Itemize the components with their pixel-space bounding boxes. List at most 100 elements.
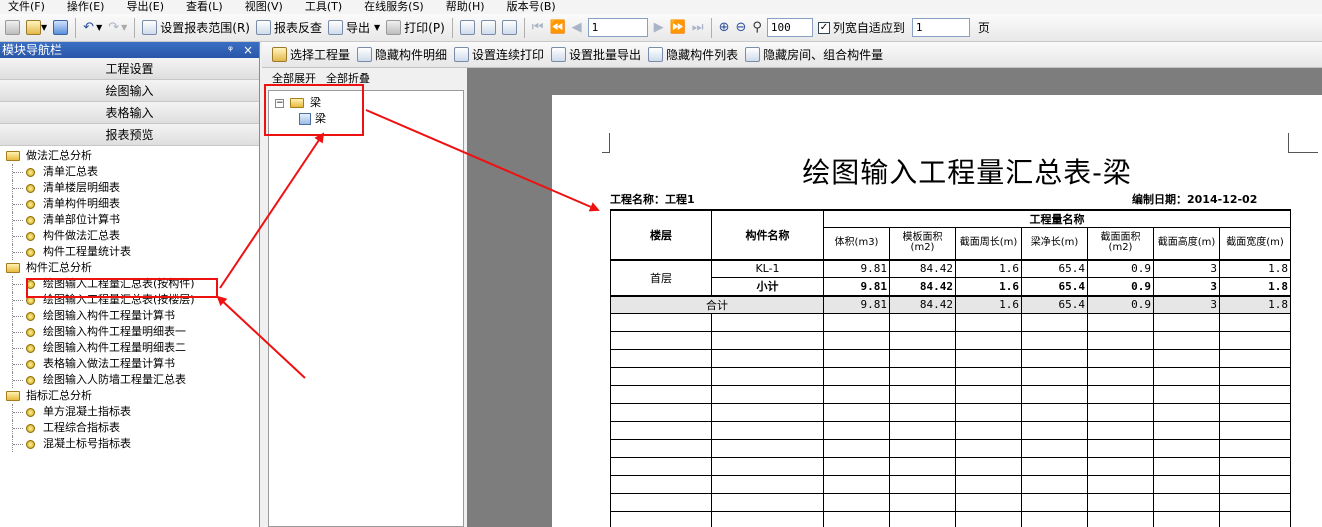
first-page-button[interactable]: ⏮ [529,17,547,39]
folder-icon [6,263,20,273]
continuous-print-button[interactable]: 设置连续打印 [454,46,544,63]
nav-project-settings[interactable]: 工程设置 [0,58,259,80]
tree-item[interactable]: 清单部位计算书 [0,212,259,228]
close-icon[interactable]: × [243,42,253,58]
tree-item[interactable]: 单方混凝土指标表 [0,404,259,420]
magnifier-button[interactable]: ⚲ [749,17,765,39]
next-page-button[interactable]: ▶ [651,17,667,39]
fit-pages-input[interactable] [911,18,970,37]
zoom-out-button[interactable]: ⊖ [732,17,749,39]
menu-view-l[interactable]: 查看(L) [186,0,223,14]
tree-item[interactable]: 清单汇总表 [0,164,259,180]
report-icon [26,311,35,321]
module-nav-header: 模块导航栏 ᵠ × [0,42,259,58]
cell-value: 3 [1153,258,1220,278]
nav-drawing-input[interactable]: 绘图输入 [0,80,259,102]
next-group-button[interactable]: ⏩ [667,17,689,39]
hide-detail-icon [357,47,373,62]
tree-item[interactable]: 工程综合指标表 [0,420,259,436]
empty-row [610,313,1291,332]
tree-item[interactable]: 绘图输入构件工程量明细表二 [0,340,259,356]
menu-operate[interactable]: 操作(E) [67,0,105,14]
page-number-input[interactable] [587,18,648,37]
tree-connector [12,212,26,228]
prev-page-button[interactable]: ◀ [569,17,585,39]
continuous-print-icon [454,47,470,62]
hide-component-detail-button[interactable]: 隐藏构件明细 [357,46,447,63]
undo-button[interactable]: ↶ ▼ [80,17,105,39]
tree-folder-index-summary[interactable]: 指标汇总分析 [0,388,259,404]
multi-page-icon [501,20,517,35]
tree-item[interactable]: 清单楼层明细表 [0,180,259,196]
report-preview-area: 绘图输入工程量汇总表-梁 工程名称：工程1 编制日期：2014-12-02 楼层… [467,68,1322,527]
hide-list-label: 隐藏构件列表 [666,48,739,62]
tree-item[interactable]: 构件做法汇总表 [0,228,259,244]
cell-value: 9.81 [823,294,890,314]
report-toolbar: 选择工程量 隐藏构件明细 设置连续打印 设置批量导出 隐藏构件列表 隐藏房间、组… [262,42,1322,68]
redo-icon: ↷ [108,20,120,35]
tree-folder-method-summary[interactable]: 做法汇总分析 [0,148,259,164]
select-quantity-button[interactable]: 选择工程量 [272,46,350,63]
menu-version[interactable]: 版本号(B) [507,0,556,14]
multi-page-button[interactable] [499,17,520,39]
hide-list-icon [648,47,664,62]
nav-table-input[interactable]: 表格输入 [0,102,259,124]
report-icon [26,167,35,177]
header-col: 模板面积(m2) [889,227,956,260]
tree-item[interactable]: 绘图输入构件工程量明细表一 [0,324,259,340]
report-check-button[interactable]: 报表反查 [253,17,325,39]
tree-item[interactable]: 绘图输入构件工程量计算书 [0,308,259,324]
tree-item[interactable]: 绘图输入人防墙工程量汇总表 [0,372,259,388]
zoom-input[interactable] [766,18,813,37]
batch-export-button[interactable]: 设置批量导出 [551,46,641,63]
single-page-button[interactable] [457,17,478,39]
menu-file[interactable]: 文件(F) [8,0,45,14]
set-report-range-button[interactable]: 设置报表范围(R) [139,17,253,39]
tree-connector [12,244,26,260]
tree-connector [12,436,26,452]
print-button[interactable]: 打印(P) [383,17,448,39]
tree-item[interactable]: 清单构件明细表 [0,196,259,212]
tree-item-label: 构件工程量统计表 [43,245,131,258]
tree-item[interactable]: 构件工程量统计表 [0,244,259,260]
report-icon [26,343,35,353]
last-page-button[interactable]: ⏭ [689,17,707,39]
menu-online-service[interactable]: 在线服务(S) [364,0,424,14]
tree-item[interactable]: 混凝土标号指标表 [0,436,259,452]
new-file-button[interactable] [2,17,23,39]
next-page-icon: ▶ [653,20,664,35]
hide-room-label: 隐藏房间、组合构件量 [763,48,884,62]
annotation-box-selected-report [26,278,218,298]
report-icon [26,359,35,369]
cell-value: 1.6 [955,294,1022,314]
tree-item-label: 混凝土标号指标表 [43,437,131,450]
zoom-in-button[interactable]: ⊕ [716,17,733,39]
pin-icon[interactable]: ᵠ [228,42,233,58]
nav-report-preview[interactable]: 报表预览 [0,124,259,146]
double-page-button[interactable] [478,17,499,39]
prev-group-button[interactable]: ⏪ [546,17,568,39]
open-file-button[interactable]: ▼ [23,17,50,39]
dropdown-arrow-icon: ▼ [41,23,48,32]
checkbox-checked-icon: ✓ [817,21,830,34]
folder-icon [6,391,20,401]
report-icon [26,215,35,225]
tree-item[interactable]: 表格输入做法工程量计算书 [0,356,259,372]
fit-column-checkbox[interactable]: ✓ 列宽自适应到 [815,17,908,39]
menu-view-v[interactable]: 视图(V) [245,0,283,14]
save-button[interactable] [50,17,71,39]
redo-button[interactable]: ↷ ▼ [105,17,130,39]
menu-export[interactable]: 导出(E) [126,0,164,14]
menu-tools[interactable]: 工具(T) [305,0,342,14]
hide-component-list-button[interactable]: 隐藏构件列表 [648,46,738,63]
new-file-icon [5,20,20,35]
tree-folder-component-summary[interactable]: 构件汇总分析 [0,260,259,276]
export-button[interactable]: 导出 ▼ [325,17,383,39]
hide-room-combo-button[interactable]: 隐藏房间、组合构件量 [745,46,883,63]
table-row-total: 合计 9.81 84.42 1.6 65.4 0.9 3 1.8 [610,294,1291,314]
empty-row [610,439,1291,458]
cell-value: 0.9 [1087,258,1154,278]
menu-help[interactable]: 帮助(H) [446,0,485,14]
header-col: 截面周长(m) [955,227,1022,260]
tree-connector [12,420,26,436]
